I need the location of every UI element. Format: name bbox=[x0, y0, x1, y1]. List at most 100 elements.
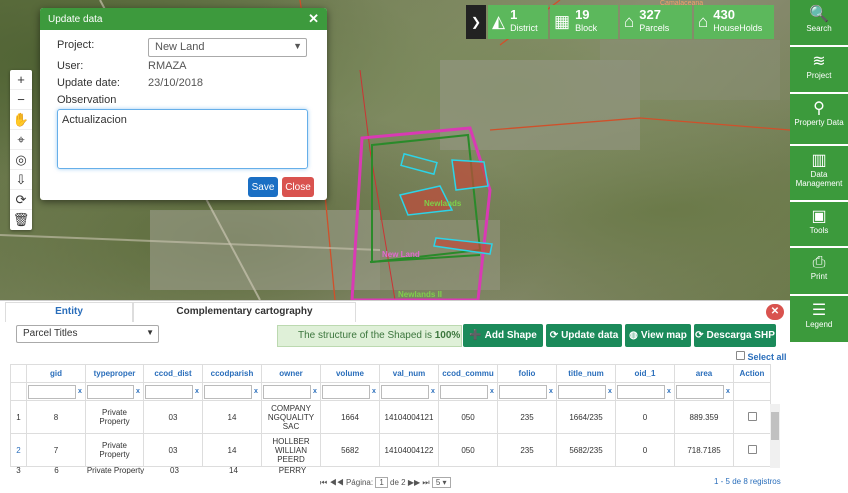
sidebar-item-data-management[interactable]: ▥ Data Management bbox=[790, 146, 848, 202]
households-icon: ⌂ bbox=[698, 12, 709, 31]
first-page-icon[interactable]: ⏮ bbox=[320, 478, 327, 487]
clear-filter-icon[interactable]: x bbox=[134, 388, 142, 395]
close-button[interactable]: Close bbox=[282, 177, 314, 197]
stat-block[interactable]: ▦ 19 Block bbox=[550, 5, 618, 39]
clear-filter-icon[interactable]: x bbox=[370, 388, 378, 395]
column-header[interactable]: ccod_commu bbox=[438, 364, 498, 383]
clear-filter-icon[interactable]: x bbox=[724, 388, 732, 395]
chevron-down-icon: ▼ bbox=[293, 41, 302, 51]
plus-icon: ➕ bbox=[469, 330, 482, 341]
prev-page-icon[interactable]: ◀◀ bbox=[329, 478, 343, 487]
select-all-checkbox[interactable] bbox=[736, 351, 745, 360]
tab-complementary-cartography[interactable]: Complementary cartography bbox=[133, 302, 356, 322]
row-checkbox[interactable] bbox=[747, 411, 757, 421]
column-header[interactable]: typeproper bbox=[85, 364, 144, 383]
sidebar-item-property-data[interactable]: ⚲ Property Data bbox=[790, 94, 848, 146]
close-icon[interactable]: ✕ bbox=[308, 11, 319, 27]
table-scrollbar[interactable] bbox=[770, 404, 780, 468]
column-filter-input[interactable] bbox=[145, 384, 193, 399]
refresh-icon: ⟳ bbox=[549, 330, 559, 341]
row-checkbox[interactable] bbox=[747, 444, 757, 454]
column-filter-input[interactable] bbox=[28, 384, 76, 399]
next-page-icon[interactable]: ▶▶ bbox=[408, 478, 420, 487]
column-header[interactable]: area bbox=[674, 364, 734, 383]
column-filter-input[interactable] bbox=[440, 384, 488, 399]
column-header[interactable]: gid bbox=[26, 364, 86, 383]
map-toolbar: + − ✋ ⌖ ◎ ⇩ ⟳ 🗑 bbox=[10, 70, 32, 230]
download-shp-button[interactable]: ⟳ Descarga SHP bbox=[694, 324, 776, 347]
view-map-button[interactable]: ◍ View map bbox=[625, 324, 691, 347]
pan-hand-icon[interactable]: ✋ bbox=[10, 110, 32, 130]
table-row[interactable]: 2 7 Private Property 03 14 HOLLBER WILLIAN PE… bbox=[10, 433, 771, 467]
scrollbar-thumb[interactable] bbox=[771, 412, 779, 440]
sidebar-item-project[interactable]: ≋ Project bbox=[790, 47, 848, 94]
stat-parcels[interactable]: ⌂ 327 Parcels bbox=[620, 5, 692, 39]
column-filter-input[interactable] bbox=[558, 384, 606, 399]
bar-chart-icon: ▥ bbox=[811, 152, 827, 169]
column-filter-input[interactable] bbox=[676, 384, 724, 399]
project-label: Project: bbox=[57, 39, 95, 51]
column-filter-input[interactable] bbox=[263, 384, 311, 399]
stat-households[interactable]: ⌂ 430 HouseHolds bbox=[694, 5, 774, 39]
refresh-icon[interactable]: ⟳ bbox=[10, 190, 32, 210]
project-select[interactable]: New Land ▼ bbox=[148, 38, 307, 57]
chevron-down-icon: ▼ bbox=[146, 328, 154, 337]
sidebar-item-tools[interactable]: ▣ Tools bbox=[790, 202, 848, 248]
map-label-newlands-ii: Newlands II bbox=[398, 290, 442, 299]
column-filter-input[interactable] bbox=[322, 384, 370, 399]
layer-select[interactable]: Parcel Titles ▼ bbox=[16, 325, 159, 343]
globe-icon[interactable]: ◎ bbox=[10, 150, 32, 170]
map-pin-icon: ⚲ bbox=[813, 100, 825, 117]
parcel-table: gid typeproper ccod_dist ccodparish owne… bbox=[10, 364, 771, 467]
column-header[interactable]: folio bbox=[497, 364, 557, 383]
clear-filter-icon[interactable]: x bbox=[76, 388, 84, 395]
download-icon[interactable]: ⇩ bbox=[10, 170, 32, 190]
add-shape-button[interactable]: ➕ Add Shape bbox=[463, 324, 543, 347]
stat-district[interactable]: ◭ 1 District bbox=[488, 5, 548, 39]
sidebar-item-print[interactable]: ⎙ Print bbox=[790, 248, 848, 296]
column-filter-input[interactable] bbox=[204, 384, 252, 399]
column-header[interactable]: ccodparish bbox=[202, 364, 262, 383]
page-size-select[interactable]: 5 ▾ bbox=[431, 477, 451, 488]
stats-toggle-icon[interactable]: ❯ bbox=[466, 5, 486, 39]
clear-filter-icon[interactable]: x bbox=[665, 388, 673, 395]
zoom-in-icon[interactable]: + bbox=[10, 70, 32, 90]
column-header[interactable]: title_num bbox=[556, 364, 616, 383]
column-header[interactable]: owner bbox=[261, 364, 321, 383]
tab-entity[interactable]: Entity bbox=[5, 302, 133, 322]
user-label: User: bbox=[57, 60, 84, 72]
column-header[interactable]: val_num bbox=[379, 364, 439, 383]
update-data-button[interactable]: ⟳ Update data bbox=[546, 324, 622, 347]
column-filter-input[interactable] bbox=[381, 384, 429, 399]
select-all[interactable]: Select all bbox=[736, 351, 787, 362]
clear-filter-icon[interactable]: x bbox=[311, 388, 319, 395]
observation-textarea[interactable]: Actualizacion bbox=[57, 109, 308, 169]
clear-filter-icon[interactable]: x bbox=[429, 388, 437, 395]
house-icon: ⌂ bbox=[624, 12, 635, 31]
clear-filter-icon[interactable]: x bbox=[606, 388, 614, 395]
clear-filter-icon[interactable]: x bbox=[252, 388, 260, 395]
list-icon: ☰ bbox=[811, 302, 827, 319]
table-row[interactable]: 1 8 Private Property 03 14 COMPANY NGQUALITY … bbox=[10, 400, 771, 434]
zoom-out-icon[interactable]: − bbox=[10, 90, 32, 110]
page-input[interactable]: 1 bbox=[375, 477, 388, 488]
save-button[interactable]: Save bbox=[248, 177, 278, 197]
refresh-icon: ⟳ bbox=[695, 330, 704, 341]
update-date-value: 23/10/2018 bbox=[148, 77, 204, 89]
clear-filter-icon[interactable]: x bbox=[488, 388, 496, 395]
trash-icon[interactable]: 🗑 bbox=[10, 210, 32, 230]
column-header[interactable]: volume bbox=[320, 364, 380, 383]
row-number-header bbox=[10, 364, 27, 383]
column-filter-input[interactable] bbox=[87, 384, 134, 399]
sidebar-item-search[interactable]: 🔍 Search bbox=[790, 0, 848, 47]
sidebar-item-legend[interactable]: ☰ Legend bbox=[790, 296, 848, 344]
clear-filter-icon[interactable]: x bbox=[547, 388, 555, 395]
column-filter-input[interactable] bbox=[617, 384, 665, 399]
column-header[interactable]: ccod_dist bbox=[143, 364, 203, 383]
column-header[interactable]: oid_1 bbox=[615, 364, 675, 383]
last-page-icon[interactable]: ⏭ bbox=[422, 478, 429, 487]
clear-filter-icon[interactable]: x bbox=[193, 388, 201, 395]
close-panel-icon[interactable]: ✕ bbox=[766, 304, 784, 320]
measure-icon[interactable]: ⌖ bbox=[10, 130, 32, 150]
column-filter-input[interactable] bbox=[499, 384, 547, 399]
